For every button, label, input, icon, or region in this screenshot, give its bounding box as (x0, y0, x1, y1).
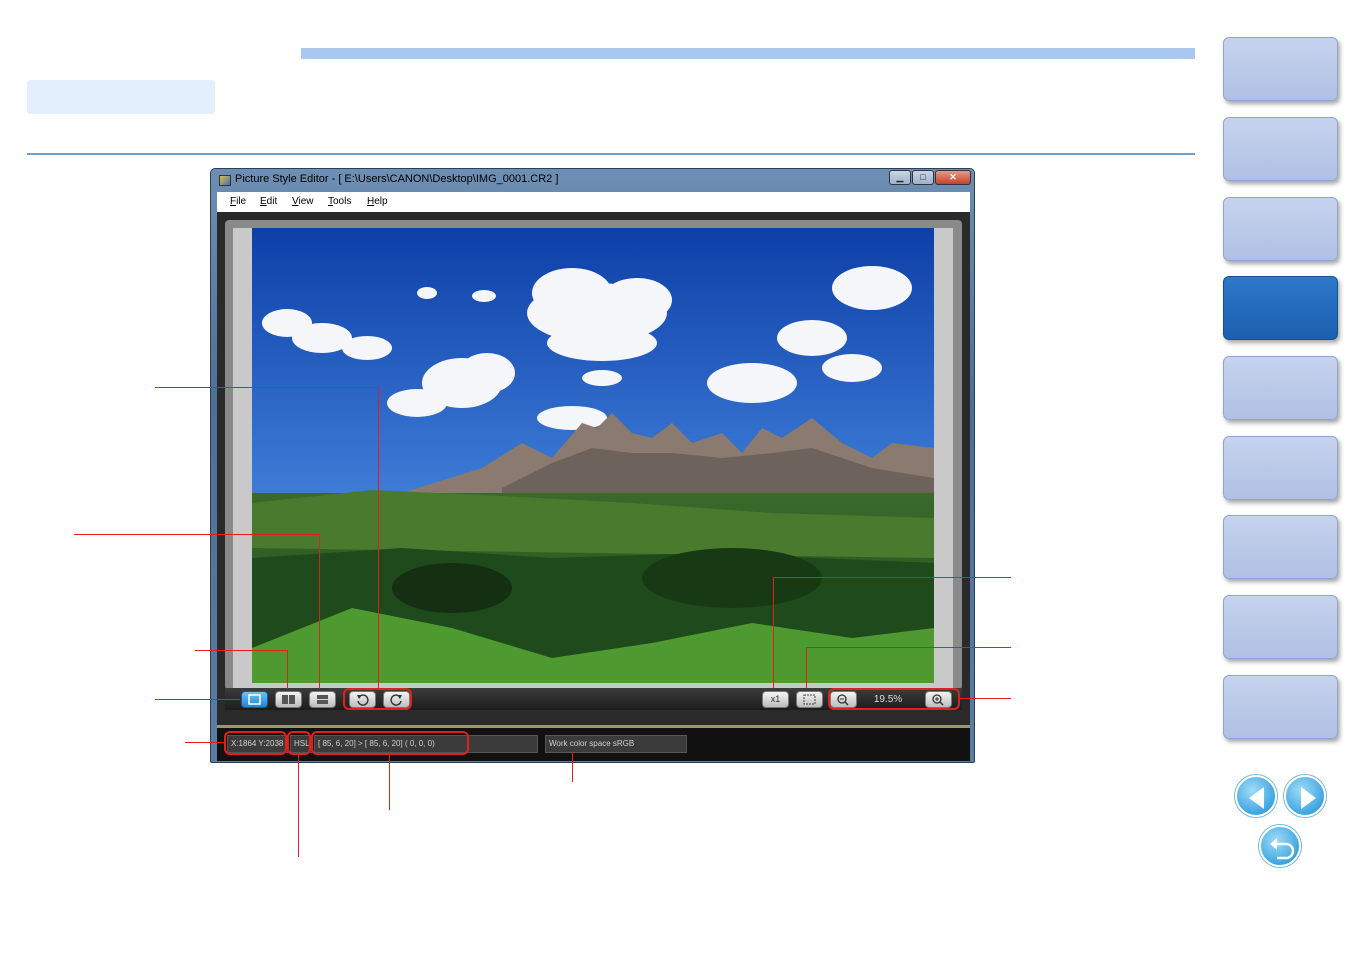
next-page-button[interactable] (1284, 775, 1326, 817)
callout-line-fit-h (806, 647, 1011, 648)
zoom-controls-highlight (828, 688, 960, 710)
callout-line-colormode (298, 755, 299, 857)
preview-image[interactable] (252, 228, 934, 683)
callout-line-rotate-h (155, 387, 379, 388)
callout-line-topbottom-h (74, 534, 320, 535)
callout-line-workspace (572, 752, 573, 782)
color-mode-highlight (287, 731, 311, 755)
header-divider (27, 153, 1195, 155)
nav-tab-2[interactable] (1223, 117, 1338, 181)
arrow-right-icon (1301, 787, 1316, 809)
header-accent-bar (301, 48, 1195, 59)
nav-tab-4-active[interactable] (1223, 276, 1338, 340)
callout-line-rotate-v (378, 387, 379, 689)
landscape-photo (252, 228, 934, 683)
return-icon (1270, 838, 1295, 860)
side-by-side-view-icon (282, 695, 295, 704)
actual-size-icon: x1 (770, 694, 781, 704)
menu-tools[interactable]: Tools (328, 196, 351, 207)
callout-line-sidebyside-v (287, 650, 288, 689)
side-by-side-view-button[interactable] (275, 691, 302, 708)
nav-tab-1[interactable] (1223, 37, 1338, 101)
single-view-icon (248, 694, 261, 705)
nav-tab-9[interactable] (1223, 675, 1338, 739)
coordinates-highlight (224, 731, 287, 755)
menu-bar: File Edit View Tools Help (217, 192, 970, 212)
nav-tab-8[interactable] (1223, 595, 1338, 659)
app-window: Picture Style Editor - [ E:\Users\CANON\… (210, 168, 975, 763)
callout-line-sidebyside-h (195, 650, 288, 651)
window-title: Picture Style Editor - [ E:\Users\CANON\… (235, 173, 559, 185)
image-frame (233, 228, 953, 688)
color-values-highlight (311, 731, 469, 755)
callout-line-fit-v (806, 647, 807, 688)
image-viewer (225, 220, 962, 690)
maximize-button[interactable]: □ (912, 170, 934, 185)
nav-tab-5[interactable] (1223, 356, 1338, 420)
page: Picture Style Editor - [ E:\Users\CANON\… (0, 0, 1350, 954)
nav-tab-6[interactable] (1223, 436, 1338, 500)
close-button[interactable]: ✕ (935, 170, 971, 185)
callout-line-topbottom-v (319, 534, 320, 689)
callout-line-actualsize-v (773, 577, 774, 688)
menu-file[interactable]: File (230, 196, 246, 207)
previous-page-button[interactable] (1235, 775, 1277, 817)
top-bottom-view-button[interactable] (309, 691, 336, 708)
menu-edit[interactable]: Edit (260, 196, 277, 207)
callout-line-values (389, 755, 390, 810)
return-button[interactable] (1259, 825, 1301, 867)
callout-line-actualsize-h (773, 577, 1011, 578)
menu-view[interactable]: View (292, 196, 314, 207)
actual-size-button[interactable]: x1 (762, 691, 789, 708)
nav-tab-7[interactable] (1223, 515, 1338, 579)
callout-line-zoom (960, 698, 1011, 699)
fit-to-window-icon (803, 694, 816, 705)
rotate-buttons-highlight (343, 688, 412, 710)
callout-line-single (155, 699, 240, 700)
window-titlebar[interactable]: Picture Style Editor - [ E:\Users\CANON\… (211, 169, 974, 191)
section-label-tab (27, 80, 215, 114)
client-area: x1 19.5% X:1864 Y:2038 HSL [ 85, 6, 20] … (217, 212, 970, 761)
arrow-left-icon (1249, 787, 1264, 809)
work-color-space: Work color space sRGB (545, 735, 687, 753)
callout-line-coordinates (185, 742, 224, 743)
menu-help[interactable]: Help (367, 196, 388, 207)
minimize-button[interactable]: ▁ (889, 170, 911, 185)
single-view-button[interactable] (241, 691, 268, 708)
fit-to-window-button[interactable] (796, 691, 823, 708)
top-bottom-view-icon (317, 695, 328, 704)
nav-tab-3[interactable] (1223, 197, 1338, 261)
app-icon (219, 175, 231, 186)
